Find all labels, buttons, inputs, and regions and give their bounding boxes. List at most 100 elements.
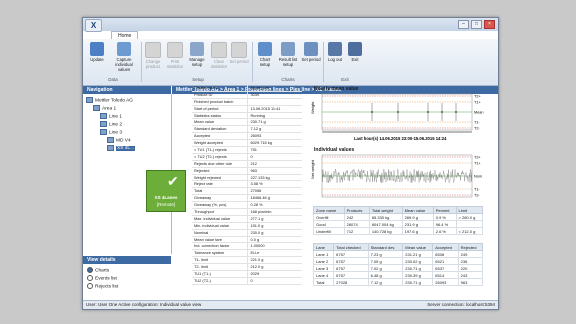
- maximize-icon[interactable]: □: [471, 20, 482, 29]
- group-label-data: Data: [108, 77, 118, 82]
- table-cell: 712: [343, 227, 370, 235]
- chart-setup-button[interactable]: Chart setup: [255, 42, 275, 67]
- close-icon[interactable]: ×: [484, 20, 495, 29]
- minimize-icon[interactable]: –: [458, 20, 469, 29]
- property-value: 0.0 g: [247, 236, 302, 243]
- status-bar: User: User One Active configuration: Ind…: [83, 300, 498, 309]
- property-value: Running: [247, 112, 302, 119]
- print-statistics-button[interactable]: Print statistics: [165, 42, 185, 69]
- update-button[interactable]: Update: [87, 42, 107, 62]
- legend-label: T2-: [474, 194, 480, 198]
- timeline-bar: [322, 131, 472, 133]
- property-row: Product name Apple pies: [192, 85, 302, 92]
- individual-values-chart: Net weight T2+ T1+ Nom T1- T2-: [310, 154, 482, 198]
- property-key: TU1 (T1-): [194, 271, 211, 277]
- set-period-button[interactable]: Set period: [301, 42, 321, 62]
- table-cell: Total: [312, 278, 335, 286]
- table-cell: 6.48 g: [367, 271, 404, 279]
- tree-item-line2[interactable]: Line 2: [100, 121, 122, 127]
- set-period-button-setup[interactable]: Set period: [229, 42, 249, 64]
- device-name: XS 4Lanes: [154, 195, 178, 200]
- result-list-setup-button[interactable]: Result list setup: [277, 42, 299, 67]
- tree-item-line3[interactable]: Line 3: [100, 129, 122, 135]
- property-row: Weight rejected 227.133 kg: [192, 174, 302, 182]
- table-cell: 7.12 g: [367, 278, 404, 286]
- logout-button[interactable]: Log out: [325, 42, 345, 62]
- column-header[interactable]: Rejected: [457, 243, 484, 251]
- column-header[interactable]: Standard dev.: [367, 243, 404, 251]
- capture-individual-values-button[interactable]: Capture individual values: [111, 42, 137, 72]
- table-cell: 230.71 g: [402, 264, 434, 272]
- property-key: Mean value: [194, 119, 215, 125]
- radio-selected-icon: [87, 267, 93, 273]
- device-tile[interactable]: ✔ XS 4Lanes [Remote]: [146, 170, 186, 212]
- column-header[interactable]: Total weight: [368, 206, 403, 214]
- table-cell: Lane 2: [312, 257, 335, 265]
- app-logo-icon[interactable]: X: [85, 19, 102, 32]
- table-cell: 96.4 %: [432, 220, 457, 228]
- property-row: Total 27056: [192, 188, 302, 196]
- table-cell: 2.6 %: [432, 227, 457, 235]
- table-cell: 249: [457, 250, 484, 258]
- table-cell: 231.9 g: [401, 220, 434, 228]
- property-row: < TU2 (T2-) rejects 0: [192, 153, 302, 161]
- property-key: T1- limit: [194, 257, 208, 263]
- legend-label: Mean: [474, 111, 484, 115]
- property-value: 963: [247, 167, 302, 174]
- remote-button[interactable]: [Remote]: [147, 202, 185, 207]
- clear-statistics-button[interactable]: Clear statistics: [209, 42, 229, 69]
- property-row: Mean value 230.71 g: [192, 119, 302, 127]
- property-key: Ind. correction factor: [194, 243, 230, 249]
- property-row: Reject rate 3.58 %: [192, 181, 302, 189]
- column-header[interactable]: Total checked: [333, 243, 369, 251]
- table-row: Underfill 712 140.728 kg 197.6 g 2.6 % < 212.…: [313, 227, 484, 235]
- table-cell: [455, 220, 484, 228]
- property-key: < TU2 (T2-) rejects: [194, 153, 227, 159]
- legend-label: T1+: [474, 101, 481, 105]
- table-row: Overfill 242 65.330 kg 269.9 g 0.9 % > 260.0 …: [313, 213, 484, 221]
- radio-rejects-list[interactable]: Rejects list: [87, 283, 118, 289]
- column-header[interactable]: Zone name: [313, 206, 345, 214]
- ribbon-separator: [141, 42, 142, 82]
- tree-item-mettler[interactable]: Mettler Toledo AG: [86, 97, 133, 103]
- tree-item-line1[interactable]: Line 1: [100, 113, 122, 119]
- column-header[interactable]: Limit: [455, 206, 484, 214]
- property-value: 212: [247, 160, 302, 167]
- exit-button[interactable]: Exit: [345, 42, 365, 62]
- property-row: Giveaway 18466.46 g: [192, 195, 302, 203]
- column-header[interactable]: Percent: [432, 206, 457, 214]
- ribbon: Update Capture individual values Change …: [83, 39, 498, 86]
- change-product-button[interactable]: Change product: [143, 42, 163, 69]
- group-label-charts: Charts: [281, 77, 295, 82]
- checkmark-icon: ✔: [167, 173, 179, 189]
- radio-icon: [87, 275, 93, 281]
- table-cell: Underfill: [313, 227, 345, 235]
- column-header[interactable]: Mean value: [402, 243, 434, 251]
- tree-item-mdv4[interactable]: MD V4: [107, 137, 131, 143]
- table-cell: 6757: [333, 271, 369, 279]
- column-header[interactable]: Accepted: [432, 243, 459, 251]
- property-row: Finished product batch: [192, 98, 302, 106]
- radio-charts[interactable]: Charts: [87, 267, 109, 273]
- manage-setup-button[interactable]: Manage setup: [187, 42, 207, 67]
- table-header-row: Zone name Products Total weight Mean value P…: [313, 206, 484, 214]
- property-value: 230.0 g: [247, 229, 302, 236]
- table-cell: > 260.0 g: [455, 213, 484, 221]
- radio-events-list[interactable]: Events list: [87, 275, 117, 281]
- column-header[interactable]: Products: [343, 206, 370, 214]
- property-value: Apple pies: [247, 85, 302, 91]
- property-row: Weight accepted 6029.718 kg: [192, 140, 302, 148]
- property-key: Accepted: [194, 133, 211, 139]
- tree-item-xs4lanes[interactable]: XS 4L...: [107, 145, 136, 152]
- tree-item-area1[interactable]: Area 1: [93, 105, 116, 111]
- table-cell: 6757: [333, 264, 369, 272]
- property-row: Standard deviation 7.12 g: [192, 126, 302, 134]
- property-key: Rejected: [194, 167, 210, 173]
- column-header[interactable]: Mean value: [401, 206, 434, 214]
- table-cell: 0.9 %: [432, 213, 457, 221]
- device-icon: [107, 137, 114, 143]
- table-cell: 242: [343, 213, 370, 221]
- table-cell: 230.02 g: [402, 257, 434, 265]
- column-header[interactable]: Lane: [312, 243, 335, 251]
- print-icon: [167, 42, 183, 58]
